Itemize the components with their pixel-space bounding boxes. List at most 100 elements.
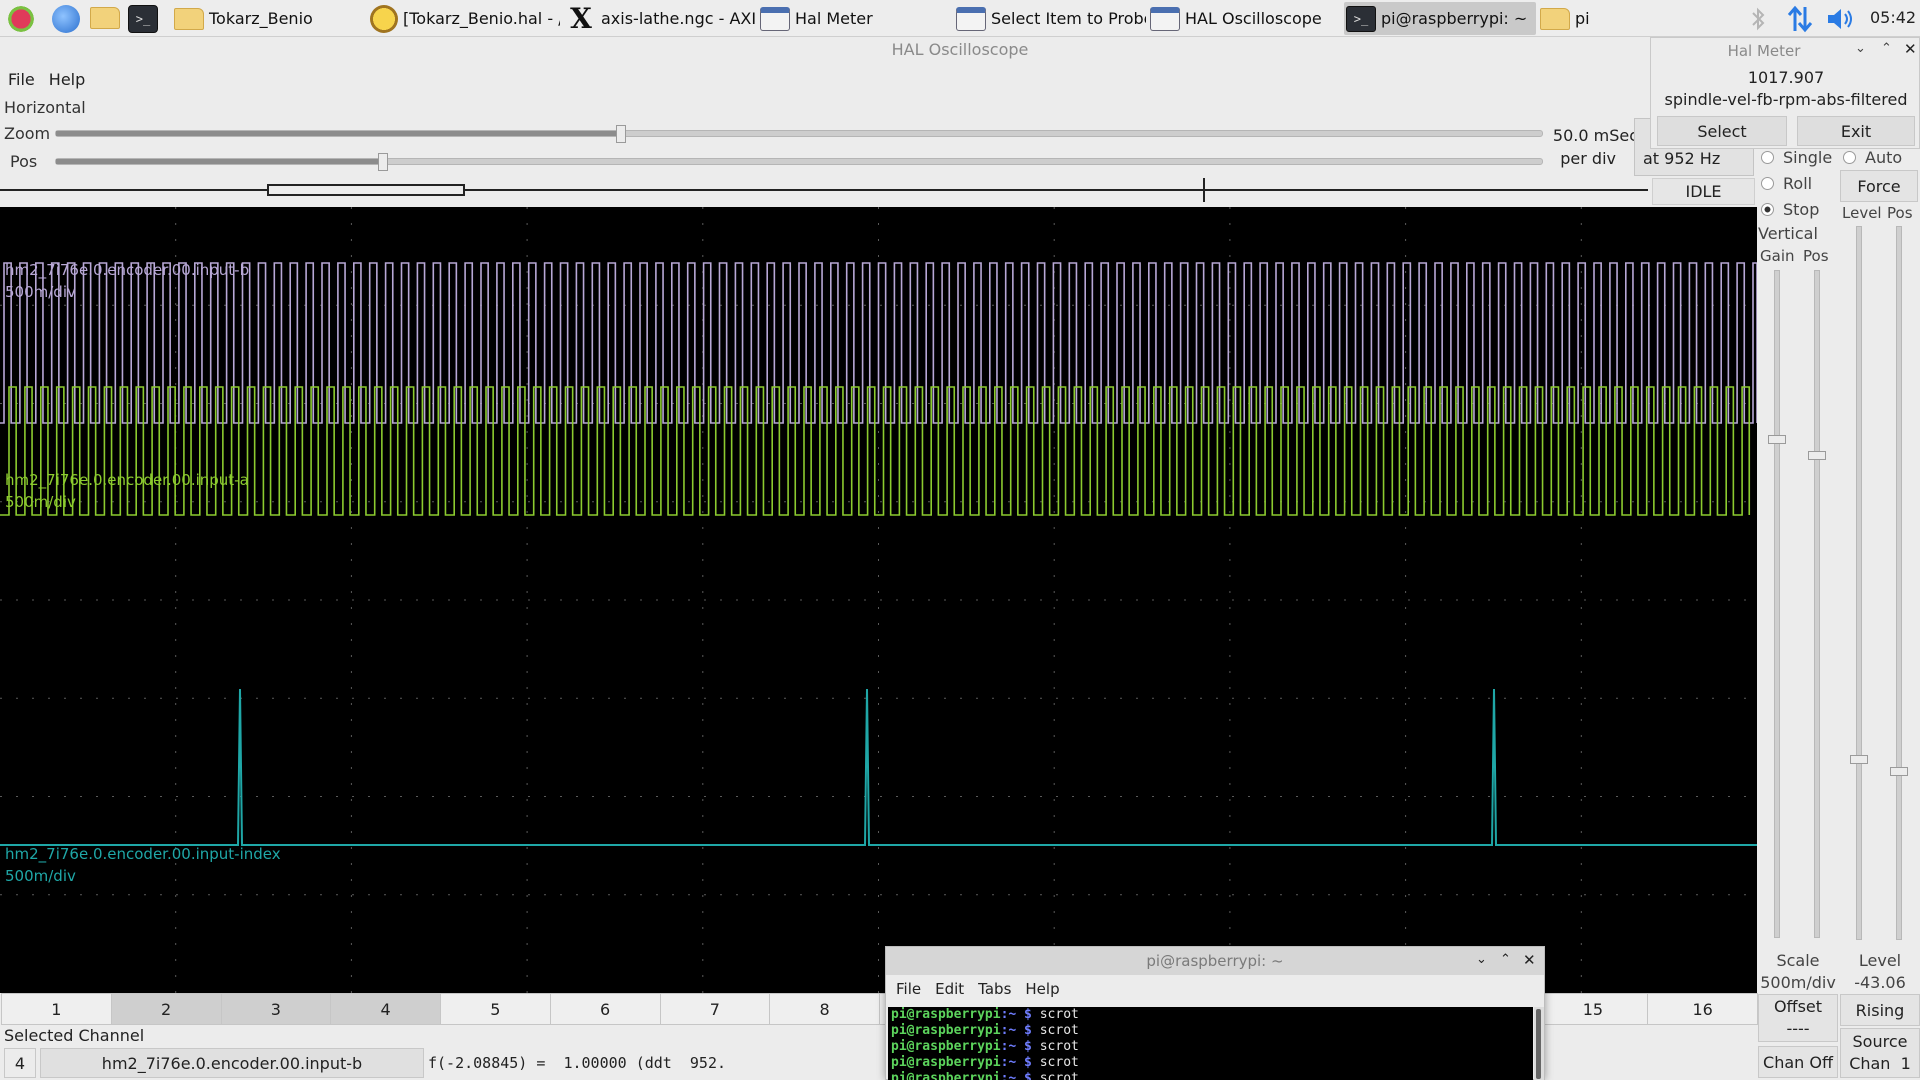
minimize-icon[interactable]: ⌄ xyxy=(1476,952,1487,967)
trigger-auto[interactable]: Auto xyxy=(1843,148,1902,167)
channel-button-1[interactable]: 1 xyxy=(1,993,112,1025)
channel-button-8[interactable]: 8 xyxy=(769,993,880,1025)
browser-icon[interactable] xyxy=(52,5,80,33)
run-mode-stop[interactable]: Stop xyxy=(1761,200,1819,219)
zoom-slider[interactable] xyxy=(55,125,1543,143)
trigger-edge-button[interactable]: Rising xyxy=(1840,994,1920,1026)
terminal-menu-file[interactable]: File xyxy=(896,980,921,998)
prompt-user: pi@raspberrypi xyxy=(891,1039,1001,1054)
terminal-menubar: File Edit Tabs Help xyxy=(896,980,1060,998)
scope-menubar: File Help xyxy=(8,70,85,89)
zoom-slider-thumb[interactable] xyxy=(616,125,627,143)
maximize-icon[interactable]: ⌃ xyxy=(1500,952,1511,967)
close-icon[interactable]: ✕ xyxy=(1904,40,1917,58)
scope-window-title: HAL Oscilloscope xyxy=(891,40,1029,59)
vertical-gain-thumb[interactable] xyxy=(1768,435,1786,444)
terminal-line: pi@raspberrypi:~ $ scrot xyxy=(891,1007,1533,1023)
prompt-path: :~ $ xyxy=(1000,1039,1032,1054)
terminal-menu-help[interactable]: Help xyxy=(1025,980,1059,998)
radio-selected-icon xyxy=(1761,203,1774,216)
terminal-scrollbar[interactable] xyxy=(1534,1007,1544,1080)
trigger-level-slider[interactable] xyxy=(1850,226,1868,940)
prompt-command: scrot xyxy=(1031,1055,1079,1070)
trigger-pos-thumb[interactable] xyxy=(1890,767,1908,776)
acquire-state: IDLE xyxy=(1652,178,1755,205)
terminal-output[interactable]: pi@raspberrypi:~ $ scrot pi@raspberrypi:~… xyxy=(888,1007,1533,1080)
trigger-force-button[interactable]: Force xyxy=(1840,170,1918,202)
run-mode-roll[interactable]: Roll xyxy=(1761,174,1812,193)
minimize-icon[interactable]: ⌄ xyxy=(1855,41,1866,56)
trace-input-a xyxy=(0,386,1751,516)
channel-button-5[interactable]: 5 xyxy=(440,993,551,1025)
terminal-line: pi@raspberrypi:~ $ scrot xyxy=(891,1071,1533,1080)
vertical-offset-button[interactable]: Offset ---- xyxy=(1758,994,1838,1042)
horizontal-frame-label: Horizontal xyxy=(4,98,86,117)
vertical-frame-label: Vertical xyxy=(1758,224,1818,243)
pos-label: Pos xyxy=(10,152,38,171)
taskbar-app-4[interactable]: Select Item to Probe xyxy=(956,2,1146,35)
channel-button-15[interactable]: 15 xyxy=(1537,993,1649,1025)
channel-button-16[interactable]: 16 xyxy=(1647,993,1758,1025)
pos-slider-thumb[interactable] xyxy=(378,153,389,171)
terminal-scrollbar-thumb[interactable] xyxy=(1536,1009,1541,1079)
scope-display[interactable]: hm2_7i76e.0.encoder.00.input-b 500m/div … xyxy=(0,207,1757,993)
maximize-icon[interactable]: ⌃ xyxy=(1881,41,1892,56)
prompt-path: :~ $ xyxy=(1000,1055,1032,1070)
record-view-window[interactable] xyxy=(266,184,465,196)
taskbar-app-2[interactable]: X axis-lathe.ngc - AXIS... xyxy=(566,2,756,35)
terminal-menu-edit[interactable]: Edit xyxy=(935,980,964,998)
terminal-launcher-icon[interactable]: >_ xyxy=(128,5,158,33)
record-position-bar[interactable] xyxy=(0,178,1648,202)
taskbar-app-1[interactable]: [Tokarz_Benio.hal - /... xyxy=(370,2,560,35)
channel-button-2[interactable]: 2 xyxy=(110,993,222,1025)
hal-meter-exit-button[interactable]: Exit xyxy=(1797,116,1915,146)
taskbar-app-5[interactable]: HAL Oscilloscope xyxy=(1150,2,1340,35)
taskbar-app-6[interactable]: >_ pi@raspberrypi: ~ xyxy=(1344,2,1536,35)
channel-button-3[interactable]: 3 xyxy=(220,993,332,1025)
vertical-pos-thumb[interactable] xyxy=(1808,451,1826,460)
bluetooth-icon[interactable] xyxy=(1748,6,1768,32)
run-mode-single[interactable]: Single xyxy=(1761,148,1832,167)
selected-channel-number: 4 xyxy=(4,1048,36,1078)
network-icon[interactable] xyxy=(1786,5,1814,33)
close-icon[interactable]: ✕ xyxy=(1523,951,1536,969)
terminal-icon: >_ xyxy=(1346,5,1376,32)
menu-help[interactable]: Help xyxy=(49,70,85,89)
channel-label-input-b: hm2_7i76e.0.encoder.00.input-b 500m/div xyxy=(5,261,250,301)
channel-button-7[interactable]: 7 xyxy=(659,993,771,1025)
terminal-titlebar: pi@raspberrypi: ~ xyxy=(886,947,1544,975)
folder-icon xyxy=(174,7,204,30)
trigger-pos-slider[interactable] xyxy=(1890,226,1908,940)
vertical-pos-slider[interactable] xyxy=(1808,270,1826,938)
prompt-command: scrot xyxy=(1031,1071,1079,1080)
trigger-level-header: Level xyxy=(1842,204,1882,222)
radio-icon xyxy=(1843,151,1856,164)
vertical-scale-box: Scale 500m/div xyxy=(1760,951,1836,992)
channel-button-4[interactable]: 4 xyxy=(330,993,441,1025)
volume-icon[interactable] xyxy=(1826,7,1856,31)
terminal-menu-tabs[interactable]: Tabs xyxy=(978,980,1011,998)
terminal-line: pi@raspberrypi:~ $ scrot xyxy=(891,1055,1533,1071)
channel-button-6[interactable]: 6 xyxy=(549,993,661,1025)
prompt-command: scrot xyxy=(1031,1039,1079,1054)
pos-slider[interactable] xyxy=(55,153,1543,171)
selected-channel-label: Selected Channel xyxy=(4,1026,145,1045)
trigger-source-button[interactable]: Source Chan 1 xyxy=(1840,1028,1920,1078)
trigger-level-thumb[interactable] xyxy=(1850,755,1868,764)
file-manager-icon[interactable] xyxy=(90,7,120,29)
rate-per-div-unit: per div xyxy=(1560,149,1616,168)
chan-off-button[interactable]: Chan Off xyxy=(1758,1046,1838,1078)
menu-file[interactable]: File xyxy=(8,70,35,89)
clock: 05:42 xyxy=(1870,8,1917,27)
trigger-pos-header: Pos xyxy=(1887,204,1913,222)
taskbar-app-0[interactable]: Tokarz_Benio xyxy=(174,2,364,35)
taskbar-app-3[interactable]: Hal Meter xyxy=(760,2,950,35)
hal-meter-select-button[interactable]: Select xyxy=(1657,116,1787,146)
selected-channel-name[interactable]: hm2_7i76e.0.encoder.00.input-b xyxy=(40,1048,424,1078)
hal-meter-pin: spindle-vel-fb-rpm-abs-filtered xyxy=(1664,90,1908,109)
vertical-gain-slider[interactable] xyxy=(1768,270,1786,938)
raspberry-menu-icon[interactable] xyxy=(6,4,36,34)
prompt-path: :~ $ xyxy=(1000,1023,1032,1038)
taskbar-app-7[interactable]: pi xyxy=(1540,2,1610,35)
record-timeline xyxy=(0,189,1648,191)
